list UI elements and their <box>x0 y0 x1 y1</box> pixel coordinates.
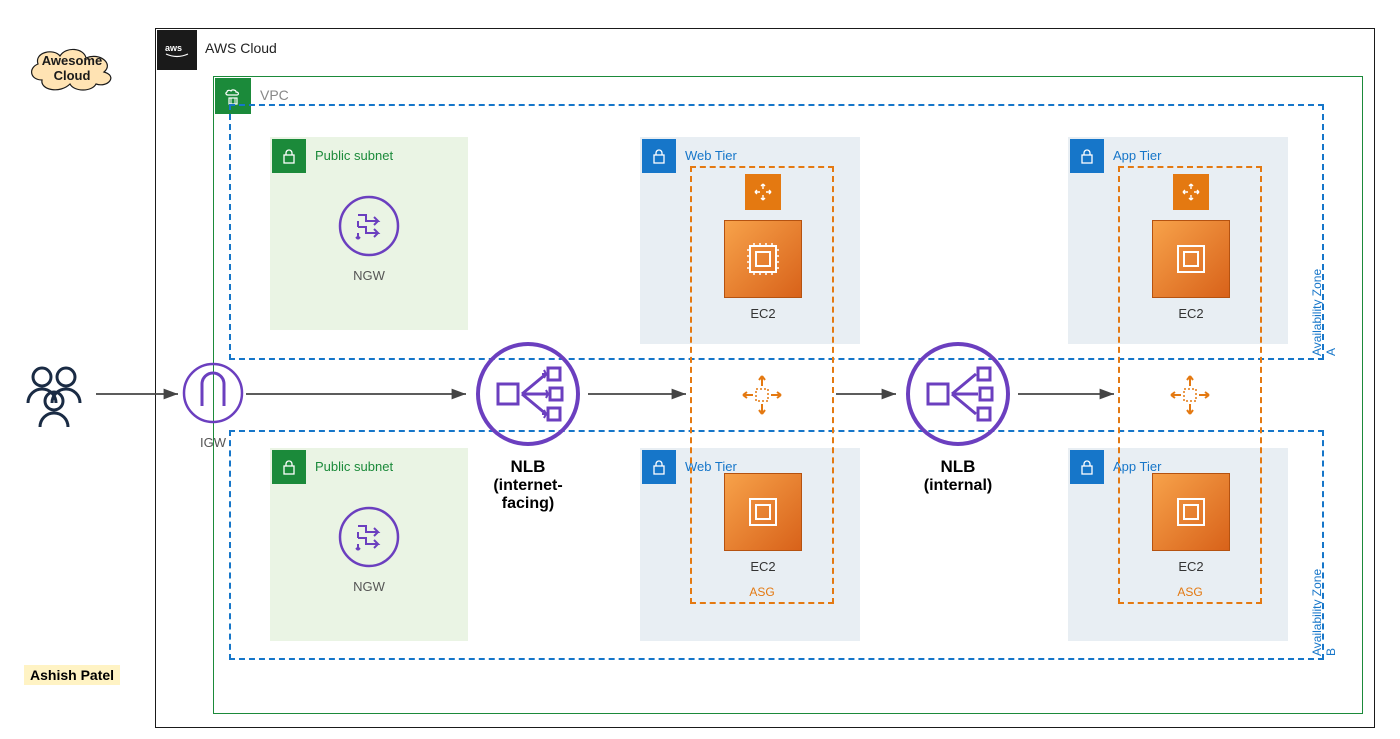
nlb-external-name: NLB <box>468 457 588 477</box>
az-a-label: Availability Zone A <box>1310 266 1338 356</box>
nlb-internal: NLB (internal) <box>898 340 1018 495</box>
public-subnet-b-label: Public subnet <box>315 459 393 474</box>
lock-icon <box>280 458 298 476</box>
nlb-internal-name: NLB <box>898 457 1018 477</box>
az-b-label: Availability Zone B <box>1310 566 1338 656</box>
nlb-icon <box>474 340 582 448</box>
lock-icon <box>280 147 298 165</box>
web-tier-a-label: Web Tier <box>685 148 737 163</box>
ec2-icon <box>1168 489 1214 535</box>
ec2-icon <box>740 236 786 282</box>
igw: IGW <box>180 362 246 450</box>
nlb-external: NLB (internet-facing) <box>468 340 588 513</box>
aws-icon: aws <box>163 41 191 59</box>
web-tier-b-iconbox <box>642 450 676 484</box>
ngw-icon <box>338 506 400 568</box>
ec2-web-b-label: EC2 <box>720 559 806 574</box>
nlb-external-sub: (internet-facing) <box>468 477 588 513</box>
web-tier-a-iconbox <box>642 139 676 173</box>
app-tier-a-label: App Tier <box>1113 148 1161 163</box>
lock-icon <box>650 147 668 165</box>
nlb-internal-sub: (internal) <box>898 477 1018 495</box>
ngw-a-label: NGW <box>334 268 404 283</box>
ec2-web-a-label: EC2 <box>720 306 806 321</box>
igw-label: IGW <box>180 435 246 450</box>
nlb-icon <box>904 340 1012 448</box>
ngw-icon <box>338 195 400 257</box>
igw-icon <box>182 362 244 424</box>
public-subnet-a-label: Public subnet <box>315 148 393 163</box>
aws-logo-box: aws <box>157 30 197 70</box>
ec2-app-b-label: EC2 <box>1148 559 1234 574</box>
scale-arrows-icon <box>752 181 774 203</box>
asg-scaling-icon-app-mid <box>1165 370 1215 420</box>
ec2-web-a: EC2 <box>720 220 806 321</box>
svg-text:aws: aws <box>165 43 182 53</box>
public-subnet-b-icon <box>272 450 306 484</box>
asg-scaling-icon-web-top <box>745 174 781 210</box>
ngw-b-label: NGW <box>334 579 404 594</box>
aws-cloud-label: AWS Cloud <box>205 40 277 56</box>
ec2-icon <box>740 489 786 535</box>
brand-name: Awesome Cloud <box>22 53 122 83</box>
lock-icon <box>650 458 668 476</box>
ec2-app-a-label: EC2 <box>1148 306 1234 321</box>
brand-badge: Awesome Cloud <box>22 42 122 99</box>
scale-arrows-icon <box>1165 370 1215 420</box>
users-icon <box>14 355 94 440</box>
app-tier-b-iconbox <box>1070 450 1104 484</box>
asg-web-label: ASG <box>690 585 834 599</box>
ngw-b: NGW <box>334 506 404 594</box>
asg-app-label: ASG <box>1118 585 1262 599</box>
public-subnet-a-icon <box>272 139 306 173</box>
scale-arrows-icon <box>1180 181 1202 203</box>
lock-icon <box>1078 458 1096 476</box>
asg-scaling-icon-app-top <box>1173 174 1209 210</box>
ec2-app-a: EC2 <box>1148 220 1234 321</box>
ngw-a: NGW <box>334 195 404 283</box>
ec2-icon <box>1168 236 1214 282</box>
ec2-web-b: EC2 <box>720 473 806 574</box>
vpc-label: VPC <box>260 87 289 103</box>
scale-arrows-icon <box>737 370 787 420</box>
lock-icon <box>1078 147 1096 165</box>
asg-scaling-icon-web-mid <box>737 370 787 420</box>
author-label: Ashish Patel <box>24 665 120 685</box>
app-tier-a-iconbox <box>1070 139 1104 173</box>
ec2-app-b: EC2 <box>1148 473 1234 574</box>
